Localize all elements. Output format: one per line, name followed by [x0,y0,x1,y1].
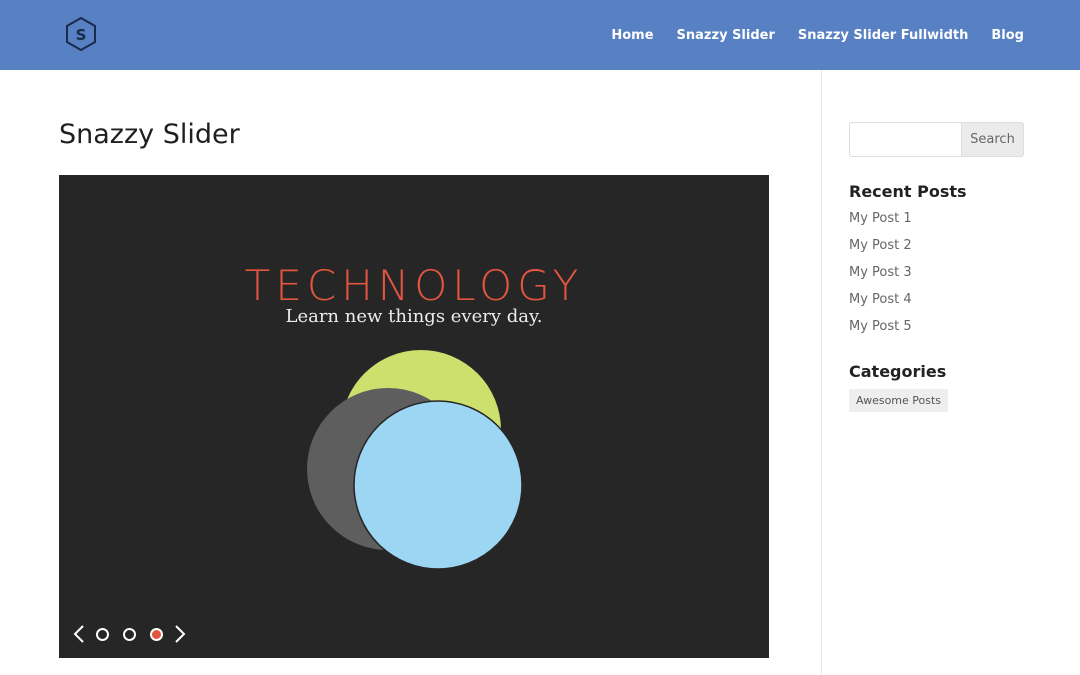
recent-posts-list: My Post 1 My Post 2 My Post 3 My Post 4 … [849,211,912,346]
image-slider: TECHNOLOGY Learn new things every day. [59,175,769,658]
list-item: My Post 3 [849,265,912,292]
site-logo[interactable]: S [63,16,99,52]
slider-controls [69,622,190,646]
categories-title: Categories [849,362,947,381]
post-link[interactable]: My Post 2 [849,238,912,253]
post-link[interactable]: My Post 5 [849,319,912,334]
blue-circle [353,400,523,570]
category-tag[interactable]: Awesome Posts [849,389,949,412]
sidebar-divider [821,70,822,675]
search-button[interactable]: Search [961,122,1024,157]
chevron-right-icon[interactable] [170,622,190,646]
list-item: My Post 4 [849,292,912,319]
post-link[interactable]: My Post 1 [849,211,912,226]
post-link[interactable]: My Post 4 [849,292,912,307]
slider-dot-1[interactable] [96,627,109,641]
slide-illustration [307,350,523,570]
slider-dot-2[interactable] [123,627,136,641]
recent-posts-title: Recent Posts [849,182,967,201]
chevron-left-icon[interactable] [69,622,89,646]
page-title: Snazzy Slider [59,119,240,150]
main-nav: Home Snazzy Slider Snazzy Slider Fullwid… [588,0,1024,70]
site-header: S Home Snazzy Slider Snazzy Slider Fullw… [0,0,1080,70]
list-item: My Post 2 [849,238,912,265]
nav-snazzy-slider[interactable]: Snazzy Slider [677,28,775,43]
nav-home[interactable]: Home [611,28,653,43]
search-input[interactable] [849,122,961,157]
hexagon-logo-icon: S [66,16,96,52]
search-form: Search [849,122,1024,157]
nav-blog[interactable]: Blog [991,28,1024,43]
logo-letter: S [76,26,87,44]
list-item: My Post 5 [849,319,912,346]
slider-dot-3[interactable] [150,627,163,641]
nav-snazzy-slider-fullwidth[interactable]: Snazzy Slider Fullwidth [798,28,969,43]
post-link[interactable]: My Post 3 [849,265,912,280]
list-item: My Post 1 [849,211,912,238]
